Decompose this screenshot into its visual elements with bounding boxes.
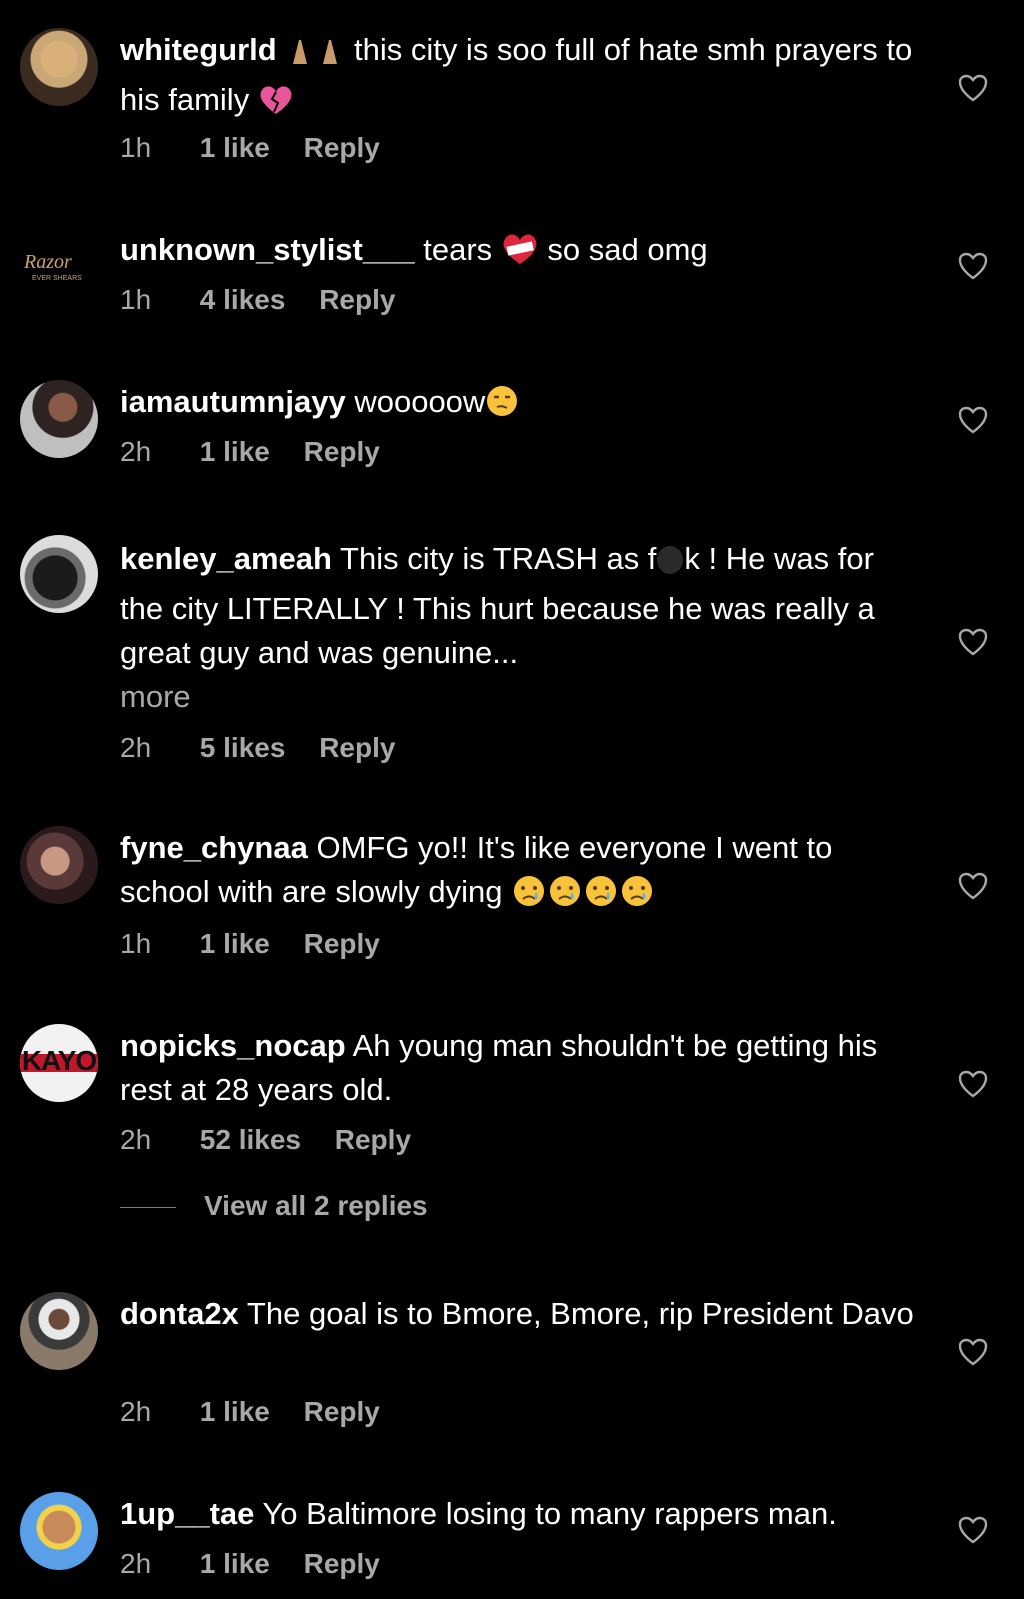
avatar[interactable]: KAYO [20,1024,98,1102]
reply-button[interactable]: Reply [304,1396,380,1427]
comment-meta: 2h 1 like Reply [120,432,380,472]
comment-meta: 1h 1 like Reply [120,128,380,168]
like-count[interactable]: 1 like [200,1548,270,1579]
comment-text-end: so sad omg [547,232,708,267]
comment-username[interactable]: nopicks_nocap [120,1028,346,1063]
comment-text: Yo Baltimore losing to many rappers man. [262,1496,837,1531]
heart-outline-icon[interactable] [958,872,988,900]
comment-username[interactable]: whitegurld [120,32,277,67]
crying-face-icon [511,874,547,920]
unamused-face-icon [485,384,519,430]
comment-meta: 2h 5 likes Reply [120,728,395,768]
avatar-logo-text: KAYO [21,1045,97,1076]
comment-age: 2h [120,1124,152,1155]
comment-username[interactable]: kenley_ameah [120,541,332,576]
reply-button[interactable]: Reply [335,1124,411,1155]
comment-username[interactable]: 1up__tae [120,1496,254,1531]
reply-button[interactable]: Reply [304,132,380,163]
comment-username[interactable]: iamautumnjayy [120,384,346,419]
comment-age: 2h [120,436,152,467]
comment-age: 2h [120,1548,152,1579]
comment-text: This city is TRASH as f [340,541,657,576]
censor-blot-icon [656,543,684,587]
more-link[interactable]: more [120,675,920,719]
comment-age: 2h [120,732,152,763]
like-count[interactable]: 5 likes [200,732,286,763]
like-count[interactable]: 1 like [200,928,270,959]
like-count[interactable]: 52 likes [200,1124,301,1155]
broken-heart-icon [258,84,294,128]
avatar[interactable] [20,826,98,904]
reply-button[interactable]: Reply [304,928,380,959]
folded-hands-icon [285,34,315,78]
avatar[interactable] [20,380,98,458]
divider [120,1207,176,1209]
comment-meta: 2h 1 like Reply [120,1392,380,1432]
comment-text: tears [423,232,493,267]
heart-outline-icon[interactable] [958,1516,988,1544]
avatar[interactable] [20,1292,98,1370]
svg-text:EVER SHEARS: EVER SHEARS [32,275,82,282]
crying-face-icon [619,874,655,920]
comment-age: 2h [120,1396,152,1427]
like-count[interactable]: 1 like [200,436,270,467]
comment-username[interactable]: donta2x [120,1296,239,1331]
avatar[interactable] [20,28,98,106]
heart-outline-icon[interactable] [958,1338,988,1366]
comment-meta: 1h 1 like Reply [120,924,380,964]
reply-button[interactable]: Reply [304,1548,380,1579]
like-count[interactable]: 1 like [200,1396,270,1427]
like-count[interactable]: 1 like [200,132,270,163]
comment-text: wooooow [354,384,486,419]
heart-outline-icon[interactable] [958,74,988,102]
svg-text:Razor: Razor [23,251,72,273]
folded-hands-icon [315,34,345,78]
view-replies-button[interactable]: View all 2 replies [120,1186,428,1226]
avatar[interactable] [20,1492,98,1570]
like-count[interactable]: 4 likes [200,284,286,315]
comment-meta: 1h 4 likes Reply [120,280,395,320]
comment-meta: 2h 1 like Reply [120,1544,380,1584]
heart-outline-icon[interactable] [958,252,988,280]
crying-face-icon [547,874,583,920]
heart-outline-icon[interactable] [958,1070,988,1098]
comment-age: 1h [120,132,152,163]
comment-text: The goal is to Bmore, Bmore, rip Preside… [246,1296,914,1331]
avatar[interactable]: Razor EVER SHEARS [20,228,98,306]
view-replies-label: View all 2 replies [204,1190,428,1221]
comment-age: 1h [120,928,152,959]
comment-username[interactable]: unknown_stylist___ [120,232,415,267]
reply-button[interactable]: Reply [319,284,395,315]
reply-button[interactable]: Reply [319,732,395,763]
comment-username[interactable]: fyne_chynaa [120,830,308,865]
comment-age: 1h [120,284,152,315]
mending-heart-icon [501,232,539,278]
comment-meta: 2h 52 likes Reply [120,1120,411,1160]
reply-button[interactable]: Reply [304,436,380,467]
heart-outline-icon[interactable] [958,406,988,434]
crying-face-icon [583,874,619,920]
heart-outline-icon[interactable] [958,628,988,656]
avatar[interactable] [20,535,98,613]
